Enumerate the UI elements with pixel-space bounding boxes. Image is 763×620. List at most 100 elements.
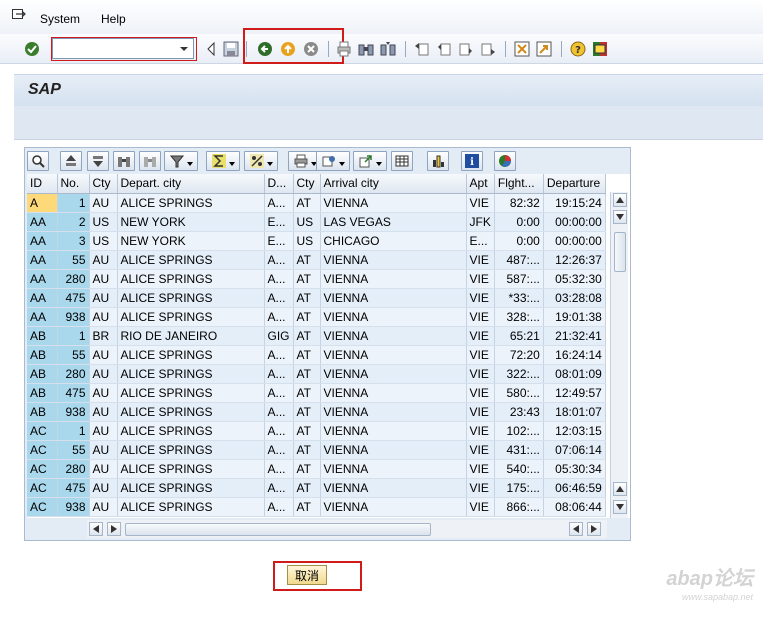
table-cell[interactable]: AT — [293, 326, 321, 346]
table-cell[interactable]: 938 — [57, 307, 90, 327]
scroll-right-button[interactable] — [587, 522, 601, 536]
filter-button[interactable] — [164, 151, 198, 171]
table-cell[interactable]: AC — [27, 459, 58, 479]
table-cell[interactable]: JFK — [466, 212, 495, 232]
table-row[interactable]: AA 3 US NEW YORK E... US CHICAGO E... 0:00 00:00:… — [27, 231, 606, 251]
table-cell[interactable]: 55 — [57, 440, 90, 460]
table-cell[interactable]: VIENNA — [320, 402, 467, 422]
table-cell[interactable]: A... — [264, 193, 294, 213]
table-cell[interactable]: LAS VEGAS — [320, 212, 467, 232]
table-cell[interactable]: AU — [89, 193, 118, 213]
table-cell[interactable]: VIENNA — [320, 478, 467, 498]
table-row[interactable]: AC 280 AU ALICE SPRINGS A... AT VIENNA VIE 540:.… — [27, 459, 606, 479]
table-cell[interactable]: AU — [89, 364, 118, 384]
table-cell[interactable]: 938 — [57, 497, 90, 517]
table-cell[interactable]: US — [293, 231, 321, 251]
views-button[interactable] — [316, 151, 350, 171]
page-down-button[interactable] — [613, 482, 627, 496]
details-button[interactable] — [27, 151, 49, 171]
info-button[interactable]: i — [461, 151, 483, 171]
table-cell[interactable]: AA — [27, 212, 58, 232]
table-cell[interactable]: AA — [27, 231, 58, 251]
table-cell[interactable]: AU — [89, 459, 118, 479]
table-cell[interactable]: ALICE SPRINGS — [117, 250, 265, 270]
table-cell[interactable]: VIENNA — [320, 459, 467, 479]
page-up-button[interactable] — [613, 210, 627, 224]
table-row[interactable]: AC 55 AU ALICE SPRINGS A... AT VIENNA VIE 431:..… — [27, 440, 606, 460]
table-cell[interactable]: AT — [293, 250, 321, 270]
table-cell[interactable]: 487:... — [494, 250, 544, 270]
save-button[interactable] — [222, 40, 240, 58]
table-cell[interactable]: AB — [27, 383, 58, 403]
table-cell[interactable]: A... — [264, 440, 294, 460]
table-cell[interactable]: VIENNA — [320, 288, 467, 308]
horizontal-scrollbar[interactable] — [87, 520, 607, 538]
column-header[interactable]: Cty — [89, 174, 118, 194]
column-header[interactable]: Arrival city — [320, 174, 467, 194]
table-cell[interactable]: VIENNA — [320, 421, 467, 441]
column-header[interactable]: Flght... — [494, 174, 544, 194]
help-button[interactable]: ? — [569, 40, 587, 58]
table-row[interactable]: AA 2 US NEW YORK E... US LAS VEGAS JFK 0:00 00:00… — [27, 212, 606, 232]
table-row[interactable]: A 1 AU ALICE SPRINGS A... AT VIENNA VIE 82:32 19:… — [27, 193, 606, 213]
table-cell[interactable]: VIE — [466, 269, 495, 289]
horizontal-scroll-thumb[interactable] — [125, 523, 431, 536]
table-cell[interactable]: AB — [27, 326, 58, 346]
find-button[interactable] — [357, 40, 375, 58]
table-cell[interactable]: 16:24:14 — [543, 345, 606, 365]
left-arrow-button[interactable] — [202, 40, 220, 58]
table-cell[interactable]: AU — [89, 307, 118, 327]
sort-ascending-button[interactable] — [60, 151, 82, 171]
total-button[interactable] — [206, 151, 240, 171]
scroll-down-button[interactable] — [613, 500, 627, 514]
table-cell[interactable]: 175:... — [494, 478, 544, 498]
table-cell[interactable]: AT — [293, 288, 321, 308]
table-cell[interactable]: A — [27, 193, 58, 213]
table-cell[interactable]: 280 — [57, 269, 90, 289]
customize-layout-button[interactable] — [591, 40, 609, 58]
next-page-button[interactable] — [457, 40, 475, 58]
table-cell[interactable]: 23:43 — [494, 402, 544, 422]
table-cell[interactable]: 280 — [57, 364, 90, 384]
table-cell[interactable]: 00:00:00 — [543, 231, 606, 251]
table-cell[interactable]: *33:... — [494, 288, 544, 308]
table-cell[interactable]: AU — [89, 383, 118, 403]
table-cell[interactable]: AT — [293, 497, 321, 517]
table-cell[interactable]: 19:01:38 — [543, 307, 606, 327]
table-cell[interactable]: A... — [264, 364, 294, 384]
table-cell[interactable]: AT — [293, 478, 321, 498]
table-cell[interactable]: VIE — [466, 421, 495, 441]
column-header[interactable]: Cty — [293, 174, 321, 194]
table-cell[interactable]: 1 — [57, 421, 90, 441]
table-cell[interactable]: AT — [293, 459, 321, 479]
table-cell[interactable]: AU — [89, 402, 118, 422]
table-cell[interactable]: A... — [264, 402, 294, 422]
table-cell[interactable]: 1 — [57, 193, 90, 213]
table-cell[interactable]: AB — [27, 402, 58, 422]
column-header[interactable]: ID — [27, 174, 58, 194]
table-cell[interactable]: AT — [293, 193, 321, 213]
table-cell[interactable]: 07:06:14 — [543, 440, 606, 460]
table-cell[interactable]: ALICE SPRINGS — [117, 383, 265, 403]
column-header[interactable]: D... — [264, 174, 294, 194]
menu-system[interactable]: System — [40, 12, 80, 26]
table-cell[interactable]: ALICE SPRINGS — [117, 307, 265, 327]
column-header[interactable]: Departure — [543, 174, 606, 194]
table-cell[interactable]: 587:... — [494, 269, 544, 289]
table-cell[interactable]: ALICE SPRINGS — [117, 421, 265, 441]
table-cell[interactable]: AU — [89, 269, 118, 289]
scroll-right-step-button[interactable] — [107, 522, 121, 536]
table-cell[interactable]: ALICE SPRINGS — [117, 478, 265, 498]
table-cell[interactable]: E... — [264, 231, 294, 251]
table-cell[interactable]: VIE — [466, 459, 495, 479]
table-cell[interactable]: 19:15:24 — [543, 193, 606, 213]
table-cell[interactable]: US — [293, 212, 321, 232]
find-next-grid-button[interactable] — [139, 151, 161, 171]
shortcut-button[interactable] — [535, 40, 553, 58]
table-cell[interactable]: 475 — [57, 478, 90, 498]
table-cell[interactable]: ALICE SPRINGS — [117, 269, 265, 289]
table-cell[interactable]: A... — [264, 383, 294, 403]
table-cell[interactable]: VIENNA — [320, 193, 467, 213]
table-cell[interactable]: 12:26:37 — [543, 250, 606, 270]
table-cell[interactable]: US — [89, 212, 118, 232]
